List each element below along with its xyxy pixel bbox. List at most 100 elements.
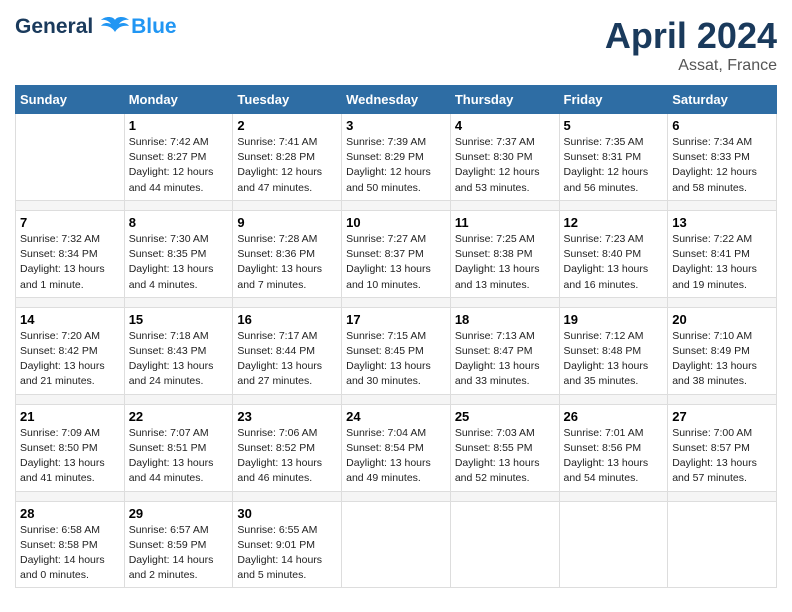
- separator-cell: [450, 200, 559, 210]
- day-info: Sunrise: 7:28 AMSunset: 8:36 PMDaylight:…: [237, 232, 337, 293]
- day-number: 17: [346, 312, 446, 327]
- day-cell: 24Sunrise: 7:04 AMSunset: 8:54 PMDayligh…: [342, 404, 451, 491]
- day-cell: 10Sunrise: 7:27 AMSunset: 8:37 PMDayligh…: [342, 210, 451, 297]
- logo-bird-icon: [101, 16, 129, 38]
- page-header: General Blue April 2024 Assat, France: [15, 15, 777, 75]
- day-number: 19: [564, 312, 664, 327]
- day-info: Sunrise: 6:57 AMSunset: 8:59 PMDaylight:…: [129, 523, 229, 584]
- title-block: April 2024 Assat, France: [605, 15, 777, 75]
- day-cell: [16, 114, 125, 201]
- day-info: Sunrise: 7:37 AMSunset: 8:30 PMDaylight:…: [455, 135, 555, 196]
- day-info: Sunrise: 7:07 AMSunset: 8:51 PMDaylight:…: [129, 426, 229, 487]
- day-number: 16: [237, 312, 337, 327]
- day-info: Sunrise: 7:39 AMSunset: 8:29 PMDaylight:…: [346, 135, 446, 196]
- day-number: 1: [129, 118, 229, 133]
- separator-cell: [233, 297, 342, 307]
- day-cell: 23Sunrise: 7:06 AMSunset: 8:52 PMDayligh…: [233, 404, 342, 491]
- day-number: 13: [672, 215, 772, 230]
- day-cell: [559, 501, 668, 588]
- day-number: 29: [129, 506, 229, 521]
- day-info: Sunrise: 7:35 AMSunset: 8:31 PMDaylight:…: [564, 135, 664, 196]
- separator-cell: [342, 297, 451, 307]
- day-cell: 19 Sunrise: 7:12 AMSunset: 8:48 PMDayligh…: [559, 307, 668, 394]
- separator-cell: [342, 200, 451, 210]
- day-info: Sunrise: 7:23 AMSunset: 8:40 PMDaylight:…: [564, 232, 664, 293]
- day-cell: 2 Sunrise: 7:41 AMSunset: 8:28 PMDaylight…: [233, 114, 342, 201]
- separator-cell: [559, 394, 668, 404]
- location: Assat, France: [605, 57, 777, 75]
- day-number: 18: [455, 312, 555, 327]
- day-cell: 1 Sunrise: 7:42 AMSunset: 8:27 PMDaylight…: [124, 114, 233, 201]
- day-info: Sunrise: 7:41 AMSunset: 8:28 PMDaylight:…: [237, 135, 337, 196]
- day-number: 7: [20, 215, 120, 230]
- week-row-4: 21Sunrise: 7:09 AMSunset: 8:50 PMDayligh…: [16, 404, 777, 491]
- day-cell: 25Sunrise: 7:03 AMSunset: 8:55 PMDayligh…: [450, 404, 559, 491]
- separator-cell: [668, 297, 777, 307]
- day-number: 2: [237, 118, 337, 133]
- day-cell: 29 Sunrise: 6:57 AMSunset: 8:59 PMDayligh…: [124, 501, 233, 588]
- day-cell: 8Sunrise: 7:30 AMSunset: 8:35 PMDaylight…: [124, 210, 233, 297]
- day-number: 30: [237, 506, 337, 521]
- col-thursday: Thursday: [450, 86, 559, 114]
- day-info: Sunrise: 7:01 AMSunset: 8:56 PMDaylight:…: [564, 426, 664, 487]
- day-cell: [668, 501, 777, 588]
- separator-cell: [16, 394, 125, 404]
- separator-cell: [450, 297, 559, 307]
- separator-cell: [233, 491, 342, 501]
- separator-cell: [16, 491, 125, 501]
- day-number: 6: [672, 118, 772, 133]
- day-cell: 26Sunrise: 7:01 AMSunset: 8:56 PMDayligh…: [559, 404, 668, 491]
- day-number: 28: [20, 506, 120, 521]
- day-info: Sunrise: 7:32 AMSunset: 8:34 PMDaylight:…: [20, 232, 120, 293]
- day-cell: 9Sunrise: 7:28 AMSunset: 8:36 PMDaylight…: [233, 210, 342, 297]
- day-info: Sunrise: 7:10 AMSunset: 8:49 PMDaylight:…: [672, 329, 772, 390]
- day-cell: 11 Sunrise: 7:25 AMSunset: 8:38 PMDayligh…: [450, 210, 559, 297]
- day-number: 20: [672, 312, 772, 327]
- col-tuesday: Tuesday: [233, 86, 342, 114]
- separator-cell: [559, 297, 668, 307]
- calendar-table: SundayMondayTuesdayWednesdayThursdayFrid…: [15, 85, 777, 588]
- day-number: 11: [455, 215, 555, 230]
- day-info: Sunrise: 7:15 AMSunset: 8:45 PMDaylight:…: [346, 329, 446, 390]
- day-info: Sunrise: 7:00 AMSunset: 8:57 PMDaylight:…: [672, 426, 772, 487]
- day-number: 12: [564, 215, 664, 230]
- col-monday: Monday: [124, 86, 233, 114]
- day-number: 22: [129, 409, 229, 424]
- day-info: Sunrise: 7:03 AMSunset: 8:55 PMDaylight:…: [455, 426, 555, 487]
- separator-cell: [668, 200, 777, 210]
- separator-cell: [124, 200, 233, 210]
- day-cell: 17 Sunrise: 7:15 AMSunset: 8:45 PMDayligh…: [342, 307, 451, 394]
- separator-row: [16, 297, 777, 307]
- day-number: 8: [129, 215, 229, 230]
- col-wednesday: Wednesday: [342, 86, 451, 114]
- day-cell: [450, 501, 559, 588]
- separator-row: [16, 200, 777, 210]
- day-number: 4: [455, 118, 555, 133]
- separator-cell: [668, 394, 777, 404]
- separator-cell: [124, 394, 233, 404]
- day-info: Sunrise: 7:18 AMSunset: 8:43 PMDaylight:…: [129, 329, 229, 390]
- day-cell: 5Sunrise: 7:35 AMSunset: 8:31 PMDaylight…: [559, 114, 668, 201]
- header-row: SundayMondayTuesdayWednesdayThursdayFrid…: [16, 86, 777, 114]
- day-info: Sunrise: 7:17 AMSunset: 8:44 PMDaylight:…: [237, 329, 337, 390]
- day-cell: [342, 501, 451, 588]
- week-row-2: 7 Sunrise: 7:32 AMSunset: 8:34 PMDaylight…: [16, 210, 777, 297]
- col-sunday: Sunday: [16, 86, 125, 114]
- day-number: 23: [237, 409, 337, 424]
- day-cell: 30Sunrise: 6:55 AMSunset: 9:01 PMDayligh…: [233, 501, 342, 588]
- day-cell: 4 Sunrise: 7:37 AMSunset: 8:30 PMDaylight…: [450, 114, 559, 201]
- day-info: Sunrise: 7:12 AMSunset: 8:48 PMDaylight:…: [564, 329, 664, 390]
- day-cell: 12 Sunrise: 7:23 AMSunset: 8:40 PMDayligh…: [559, 210, 668, 297]
- day-cell: 7 Sunrise: 7:32 AMSunset: 8:34 PMDaylight…: [16, 210, 125, 297]
- day-cell: 27 Sunrise: 7:00 AMSunset: 8:57 PMDayligh…: [668, 404, 777, 491]
- day-number: 27: [672, 409, 772, 424]
- separator-row: [16, 394, 777, 404]
- day-number: 24: [346, 409, 446, 424]
- day-info: Sunrise: 7:25 AMSunset: 8:38 PMDaylight:…: [455, 232, 555, 293]
- day-cell: 28Sunrise: 6:58 AMSunset: 8:58 PMDayligh…: [16, 501, 125, 588]
- day-number: 14: [20, 312, 120, 327]
- separator-cell: [124, 491, 233, 501]
- day-info: Sunrise: 7:09 AMSunset: 8:50 PMDaylight:…: [20, 426, 120, 487]
- day-number: 15: [129, 312, 229, 327]
- day-info: Sunrise: 7:42 AMSunset: 8:27 PMDaylight:…: [129, 135, 229, 196]
